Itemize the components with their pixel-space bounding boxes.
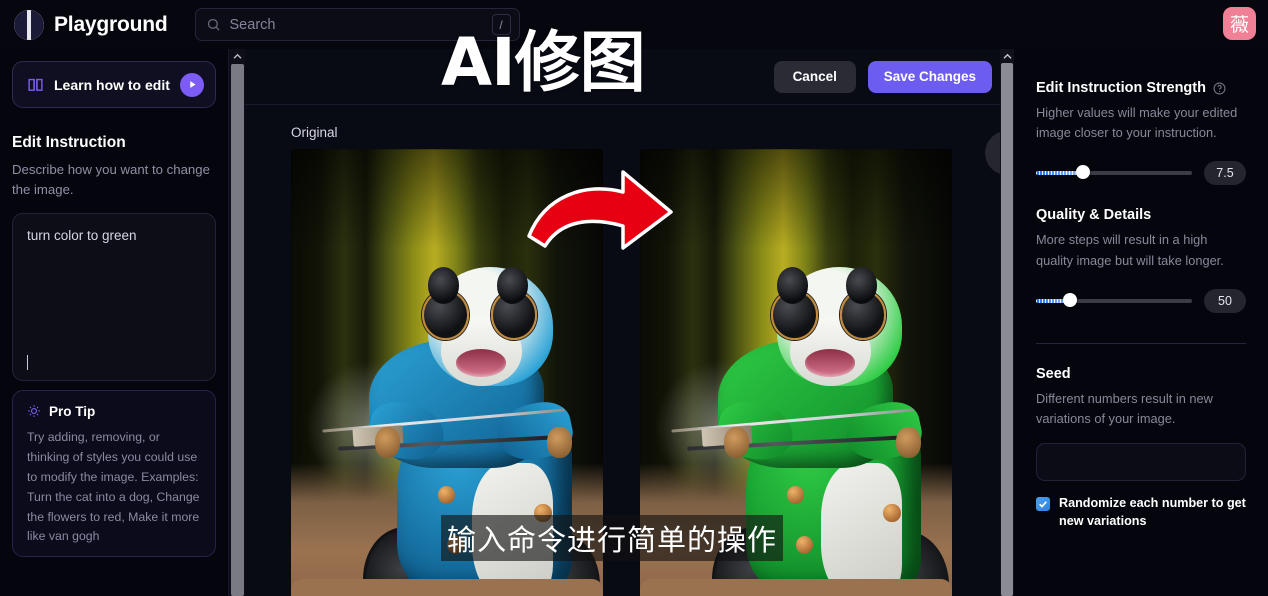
scrollbar-thumb[interactable] — [231, 64, 244, 596]
randomize-checkbox[interactable] — [1036, 497, 1050, 512]
strength-slider[interactable] — [1036, 165, 1192, 180]
playground-logo-icon — [14, 9, 44, 40]
search-icon — [207, 18, 220, 31]
learn-card-label: Learn how to edit — [54, 76, 170, 93]
original-label: Original — [291, 125, 338, 140]
edit-instruction-value: turn color to green — [27, 227, 137, 243]
scroll-up-icon[interactable] — [229, 49, 246, 64]
check-icon — [1039, 501, 1047, 509]
canvas-header: Cancel Save Changes — [245, 49, 1013, 105]
pro-tip-card: Pro Tip Try adding, removing, or thinkin… — [12, 389, 216, 557]
main-canvas: Cancel Save Changes Original 输入命令进行简单的操作 — [245, 49, 1013, 596]
quality-header: Quality & Details — [1036, 207, 1246, 223]
randomize-checkbox-row[interactable]: Randomize each number to get new variati… — [1036, 495, 1246, 531]
lightbulb-icon — [28, 405, 40, 418]
strength-title: Edit Instruction Strength — [1036, 80, 1206, 96]
sidebar-scrollbar[interactable] — [228, 49, 245, 596]
quality-value[interactable]: 50 — [1204, 288, 1246, 313]
original-image-footer — [291, 579, 603, 596]
search-input[interactable]: Search / — [194, 8, 520, 41]
learn-how-to-edit-button[interactable]: Learn how to edit — [12, 61, 216, 108]
edit-instruction-textarea[interactable]: turn color to green — [12, 212, 216, 381]
edit-instruction-title: Edit Instruction — [12, 134, 126, 151]
canvas-scrollbar-thumb[interactable] — [1001, 63, 1013, 596]
pro-tip-title: Pro Tip — [49, 403, 96, 419]
quality-description: More steps will result in a high quality… — [1036, 232, 1224, 268]
strength-slider-knob[interactable] — [1075, 165, 1090, 180]
quality-title: Quality & Details — [1036, 207, 1152, 224]
book-icon — [28, 78, 43, 91]
text-caret — [27, 354, 28, 370]
play-icon — [189, 81, 195, 88]
canvas-scroll-up-icon[interactable] — [1000, 49, 1014, 63]
canvas-scrollbar[interactable] — [1000, 49, 1014, 596]
strength-slider-row: 7.5 — [1036, 161, 1246, 186]
strength-description: Higher values will make your edited imag… — [1036, 105, 1238, 141]
edit-instruction-description: Describe how you want to change the imag… — [12, 162, 210, 198]
pro-tip-body: Try adding, removing, or thinking of sty… — [27, 429, 200, 544]
brand[interactable]: Playground — [14, 9, 168, 40]
top-bar: Playground Search / 薇 — [0, 0, 1268, 49]
search-shortcut-key: / — [491, 14, 511, 35]
quality-slider[interactable] — [1036, 292, 1192, 308]
cancel-button[interactable]: Cancel — [773, 60, 856, 93]
left-sidebar: Learn how to edit Edit Instruction Descr… — [0, 49, 228, 596]
quality-slider-knob[interactable] — [1063, 292, 1078, 307]
edited-image-footer — [640, 579, 952, 596]
randomize-label: Randomize each number to get new variati… — [1059, 496, 1246, 529]
brand-name: Playground — [54, 12, 168, 36]
play-button[interactable] — [180, 72, 204, 97]
settings-panel: Edit Instruction Strength Higher values … — [1014, 49, 1268, 596]
search-placeholder: Search — [229, 16, 276, 33]
seed-title: Seed — [1036, 365, 1071, 382]
save-changes-button[interactable]: Save Changes — [867, 60, 992, 93]
quality-slider-row: 50 — [1036, 288, 1246, 313]
seed-input[interactable] — [1036, 443, 1246, 482]
strength-value[interactable]: 7.5 — [1204, 161, 1246, 186]
help-circle-icon[interactable] — [1213, 82, 1226, 95]
avatar[interactable]: 薇 — [1223, 7, 1256, 40]
strength-header: Edit Instruction Strength — [1036, 80, 1246, 96]
seed-description: Different numbers result in new variatio… — [1036, 390, 1213, 427]
caption-overlay: 输入命令进行简单的操作 — [441, 515, 784, 561]
pro-tip-header: Pro Tip — [27, 404, 201, 419]
